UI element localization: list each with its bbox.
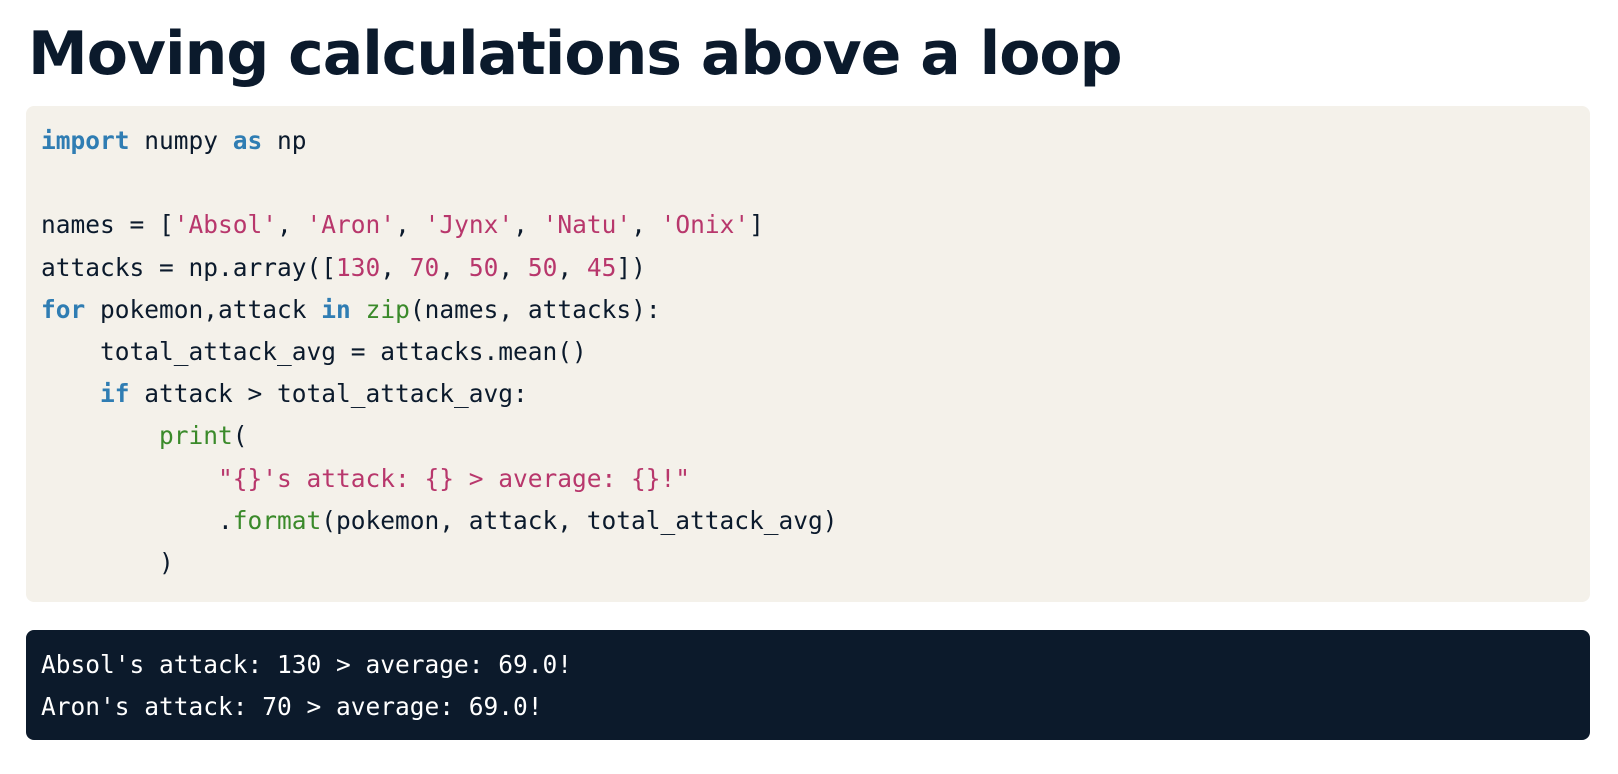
code-line: import numpy as np (41, 120, 1590, 162)
number-token: 130 (336, 252, 381, 282)
code-token: , (498, 252, 528, 282)
code-line: "{}'s attack: {} > average: {}!" (41, 458, 1590, 500)
code-token: , (380, 252, 410, 282)
code-token: , (395, 210, 425, 240)
code-token: ( (232, 421, 248, 451)
string-token: 'Aron' (306, 210, 396, 240)
string-token: 'Jynx' (424, 210, 514, 240)
output-line: Absol's attack: 130 > average: 69.0! (41, 650, 573, 679)
number-token: 45 (586, 252, 617, 282)
builtin-token: zip (365, 294, 410, 324)
number-token: 50 (468, 252, 499, 282)
output-line: Aron's attack: 70 > average: 69.0! (41, 692, 543, 722)
code-block: import numpy as np names = ['Absol', 'Ar… (26, 106, 1590, 602)
string-token: 'Absol' (173, 210, 278, 240)
string-token: 'Natu' (542, 210, 632, 240)
code-token: np (262, 126, 307, 155)
builtin-token: print (159, 421, 233, 451)
code-token: , (631, 210, 661, 240)
builtin-token: format (232, 505, 322, 535)
code-token: numpy (129, 126, 233, 155)
code-line: for pokemon,attack in zip(names, attacks… (41, 289, 1590, 331)
code-token: , (557, 252, 587, 282)
keyword-token: import (41, 126, 130, 155)
number-token: 50 (527, 252, 558, 282)
output-block: Absol's attack: 130 > average: 69.0! Aron… (26, 630, 1590, 740)
string-token: 'Onix' (660, 210, 750, 240)
number-token: 70 (409, 252, 440, 282)
code-token: , (439, 252, 469, 282)
code-line: total_attack_avg = attacks.mean() (41, 331, 1590, 373)
code-token: attack > total_attack_avg: (129, 379, 528, 409)
string-token: "{}'s attack: {} > average: {}!" (218, 463, 691, 493)
code-token: (pokemon, attack, total_attack_avg) (321, 505, 838, 535)
code-line: names = ['Absol', 'Aron', 'Jynx', 'Natu'… (41, 204, 1590, 246)
keyword-token: if (100, 379, 130, 409)
keyword-token: for (41, 294, 86, 324)
code-token: ] (749, 210, 764, 240)
code-line: if attack > total_attack_avg: (41, 373, 1590, 415)
code-token: total_attack_avg = attacks.mean() (41, 336, 587, 366)
slide-title: Moving calculations above a loop (28, 19, 1123, 89)
code-line: ) (41, 542, 1590, 584)
code-token: (names, attacks): (409, 294, 661, 324)
code-line: print( (41, 415, 1590, 457)
code-token: , (277, 210, 307, 240)
keyword-token: as (232, 126, 263, 155)
code-token: ) (41, 547, 174, 577)
code-token: , (513, 210, 543, 240)
keyword-token: in (321, 294, 351, 324)
code-token: . (41, 505, 233, 535)
code-line: .format(pokemon, attack, total_attack_av… (41, 500, 1590, 542)
code-line: attacks = np.array([130, 70, 50, 50, 45]… (41, 247, 1590, 289)
code-token: names = [ (41, 210, 174, 240)
code-token: pokemon,attack (85, 294, 322, 324)
code-token: attacks = np.array([ (41, 252, 337, 282)
code-token: ]) (616, 252, 646, 282)
